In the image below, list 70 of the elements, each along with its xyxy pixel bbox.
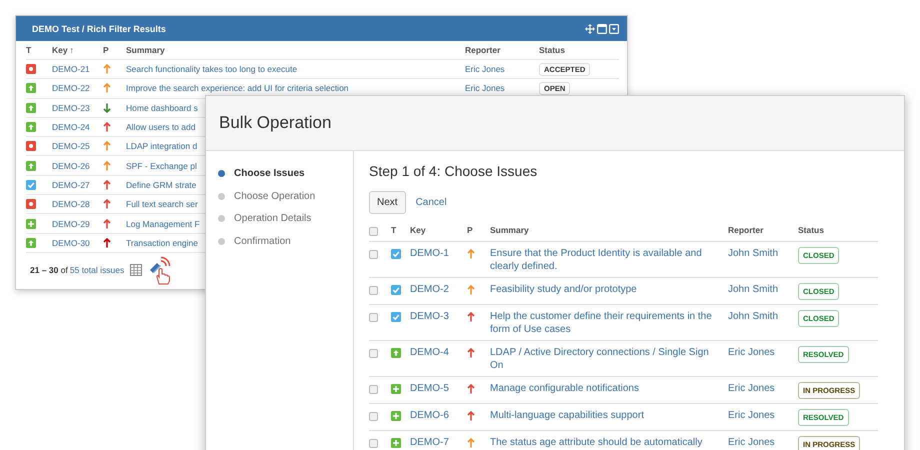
row-checkbox[interactable] bbox=[369, 250, 378, 259]
column-header: P bbox=[467, 224, 474, 237]
total-issues-link[interactable]: 55 total issues bbox=[70, 264, 124, 275]
step-heading: Step 1 of 4: Choose Issues bbox=[369, 163, 538, 179]
reporter-link[interactable]: Eric Jones bbox=[728, 409, 798, 422]
column-header: T bbox=[391, 224, 398, 237]
issue-summary-link[interactable]: Help the customer define their requirements in the form of Use cases bbox=[490, 310, 728, 336]
gadget-title: DEMO Test / Rich Filter Results bbox=[32, 24, 166, 34]
issue-summary-link[interactable]: Search functionality takes too long to execute bbox=[126, 64, 465, 74]
issue-key-link[interactable]: DEMO-24 bbox=[52, 122, 103, 132]
step-label[interactable]: Choose Operation bbox=[234, 190, 316, 202]
issue-key-link[interactable]: DEMO-25 bbox=[52, 141, 103, 152]
column-header: Status bbox=[539, 45, 566, 55]
issue-summary-link[interactable]: The status age attribute should be automatically bbox=[490, 436, 728, 449]
issue-key-link[interactable]: DEMO-22 bbox=[52, 83, 103, 94]
dialog-title: Bulk Operation bbox=[219, 113, 332, 133]
reporter-link[interactable]: Eric Jones bbox=[465, 83, 539, 94]
column-header[interactable]: Key ↑ bbox=[52, 45, 103, 55]
issue-key-link[interactable]: DEMO-28 bbox=[52, 199, 103, 210]
move-icon[interactable] bbox=[585, 24, 595, 34]
issue-key-link[interactable]: DEMO-29 bbox=[52, 218, 103, 229]
row-checkbox[interactable] bbox=[369, 439, 378, 448]
reporter-link[interactable]: Eric Jones bbox=[728, 382, 798, 395]
reporter-link[interactable]: Eric Jones bbox=[728, 346, 798, 359]
column-header: T bbox=[26, 45, 32, 55]
issue-key-link[interactable]: DEMO-30 bbox=[52, 238, 103, 248]
row-checkbox[interactable] bbox=[369, 349, 378, 358]
issue-key-link[interactable]: DEMO-5 bbox=[410, 382, 467, 395]
step-label[interactable]: Confirmation bbox=[234, 236, 291, 247]
dropdown-icon[interactable] bbox=[609, 24, 619, 34]
reporter-link[interactable]: John Smith bbox=[728, 310, 798, 323]
column-header: Summary bbox=[490, 224, 530, 237]
row-checkbox[interactable] bbox=[369, 313, 378, 322]
select-all-checkbox[interactable] bbox=[369, 227, 378, 236]
issue-key-link[interactable]: DEMO-1 bbox=[410, 247, 467, 260]
next-button[interactable]: Next bbox=[369, 191, 406, 214]
issue-summary-link[interactable]: Multi-language capabilities support bbox=[490, 409, 728, 422]
issue-summary-link[interactable]: Improve the search experience: add UI for criteria selection bbox=[126, 83, 465, 94]
issue-key-link[interactable]: DEMO-23 bbox=[52, 102, 103, 113]
column-header: Reporter bbox=[465, 45, 502, 55]
issue-summary-link[interactable]: Manage configurable notifications bbox=[490, 382, 728, 395]
reporter-link[interactable]: Eric Jones bbox=[465, 64, 539, 74]
reporter-link[interactable]: John Smith bbox=[728, 283, 798, 296]
reporter-link[interactable]: Eric Jones bbox=[728, 436, 798, 449]
column-header: Key bbox=[410, 224, 427, 237]
issue-key-link[interactable]: DEMO-4 bbox=[410, 346, 467, 359]
column-header: Reporter bbox=[728, 224, 764, 237]
column-header: Status bbox=[798, 224, 825, 237]
reporter-link[interactable]: John Smith bbox=[728, 247, 798, 260]
row-checkbox[interactable] bbox=[369, 385, 378, 394]
step-label[interactable]: Choose Issues bbox=[234, 168, 305, 180]
issue-key-link[interactable]: DEMO-26 bbox=[52, 160, 103, 171]
pagination-text: 21 – 30 of bbox=[30, 264, 68, 275]
issue-key-link[interactable]: DEMO-21 bbox=[52, 64, 103, 74]
issue-key-link[interactable]: DEMO-3 bbox=[410, 310, 467, 323]
step-label[interactable]: Operation Details bbox=[234, 213, 312, 224]
table-icon[interactable] bbox=[130, 264, 142, 276]
cancel-link[interactable]: Cancel bbox=[416, 197, 447, 208]
column-header: P bbox=[103, 45, 110, 55]
issue-key-link[interactable]: DEMO-2 bbox=[410, 283, 467, 296]
row-checkbox[interactable] bbox=[369, 412, 378, 421]
issue-summary-link[interactable]: Ensure that the Product Identity is available and clearly defined. bbox=[490, 247, 728, 273]
maximize-icon[interactable] bbox=[597, 24, 607, 34]
issue-key-link[interactable]: DEMO-6 bbox=[410, 409, 467, 422]
issue-summary-link[interactable]: LDAP / Active Directory connections / Single Sign On bbox=[490, 346, 728, 372]
column-header: Summary bbox=[126, 45, 166, 55]
issue-key-link[interactable]: DEMO-27 bbox=[52, 180, 103, 190]
issue-key-link[interactable]: DEMO-7 bbox=[410, 436, 467, 449]
issue-summary-link[interactable]: Feasibility study and/or prototype bbox=[490, 283, 728, 296]
row-checkbox[interactable] bbox=[369, 286, 378, 295]
